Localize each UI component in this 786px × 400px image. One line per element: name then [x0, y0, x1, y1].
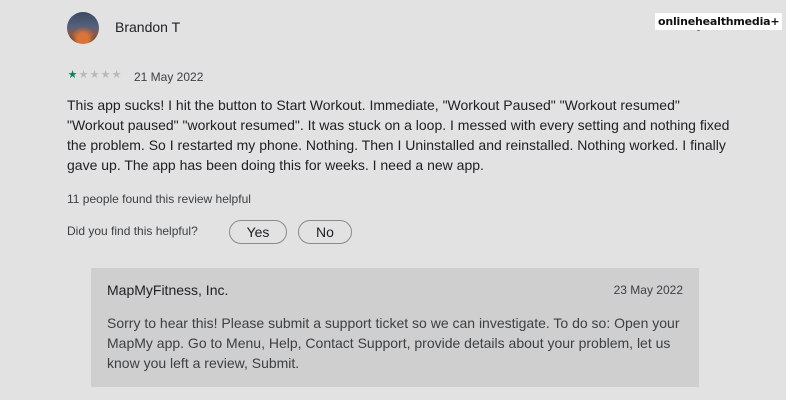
- developer-reply: MapMyFitness, Inc. 23 May 2022 Sorry to …: [91, 268, 699, 387]
- star-icon: ★: [100, 69, 111, 81]
- helpful-question: Did you find this helpful?: [67, 224, 198, 238]
- star-icon: ★: [78, 69, 89, 81]
- avatar: [67, 12, 99, 44]
- review-date: 21 May 2022: [134, 70, 204, 84]
- star-icon: ★: [67, 69, 78, 81]
- star-icon: ★: [111, 69, 122, 81]
- watermark-logo: onlinehealthmedia+: [655, 13, 783, 30]
- reply-date: 23 May 2022: [613, 283, 683, 297]
- yes-button[interactable]: Yes: [229, 220, 287, 244]
- reply-text: Sorry to hear this! Please submit a supp…: [107, 315, 680, 371]
- developer-name: MapMyFitness, Inc.: [107, 282, 229, 298]
- no-button[interactable]: No: [298, 220, 352, 244]
- star-icon: ★: [89, 69, 100, 81]
- star-rating: ★★★★★: [67, 68, 122, 82]
- reviewer-name: Brandon T: [115, 19, 181, 35]
- review-text: This app sucks! I hit the button to Star…: [67, 97, 730, 173]
- helpful-count: 11 people found this review helpful: [67, 192, 251, 206]
